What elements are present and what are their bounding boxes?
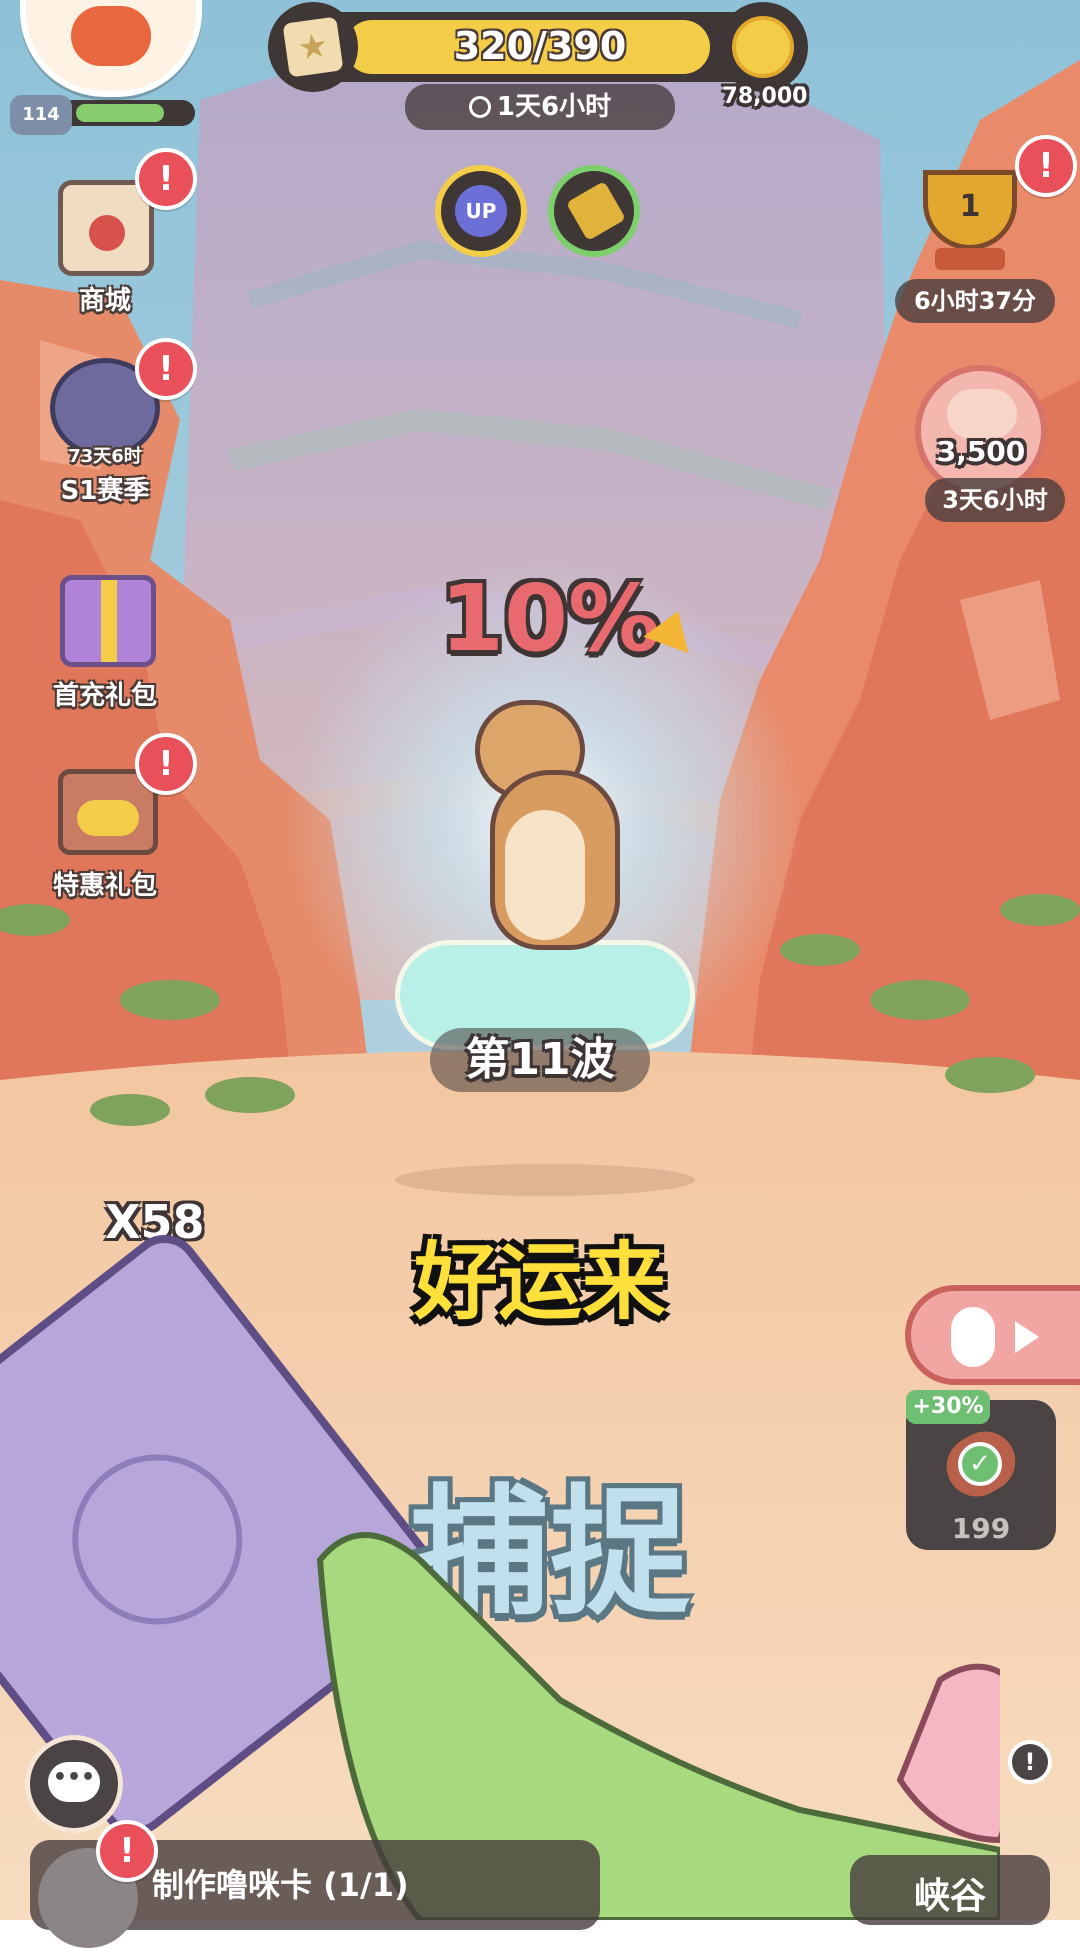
bait-bonus: +30%: [906, 1390, 990, 1424]
season-countdown: 73天6时: [68, 446, 142, 467]
bait-button[interactable]: +30% ✓ 199: [906, 1390, 1056, 1550]
level-bar: [60, 100, 195, 126]
bait-count: 199: [951, 1512, 1011, 1545]
location-button[interactable]: 峡谷: [850, 1855, 1050, 1925]
up-boost-button[interactable]: UP: [435, 165, 527, 257]
trophy-icon: 1: [923, 170, 1017, 250]
shop-button[interactable]: 商城 !: [20, 148, 197, 317]
arrow-right-icon: [1015, 1321, 1039, 1353]
coin-icon[interactable]: [718, 2, 808, 92]
special-pack-label: 特惠礼包: [52, 871, 157, 901]
shop-label: 商城: [78, 286, 131, 316]
location-name: 峡谷: [913, 1876, 986, 1917]
chat-bubble-icon: •••: [48, 1762, 100, 1802]
task-text: 制作噜咪卡 (1/1): [152, 1866, 409, 1904]
season-alert-badge: !: [135, 338, 197, 400]
event-timer: 3天6小时: [925, 478, 1065, 522]
hammer-boost-button[interactable]: [548, 165, 640, 257]
trophy-alert-badge: !: [1015, 135, 1077, 197]
first-recharge-button[interactable]: 首充礼包: [20, 555, 190, 712]
card-emblem-icon: [37, 1420, 277, 1659]
gift-box-icon: [60, 575, 156, 667]
good-luck-banner: 好运来: [413, 1233, 666, 1331]
escape-run-button[interactable]: [905, 1285, 1080, 1385]
wave-label: 第11波: [430, 1028, 650, 1092]
up-boost-icon: UP: [455, 185, 507, 237]
game-scene: 114 320/390 ★ 78,000 1天6小时 UP 商城 ! 73天6时…: [0, 0, 1080, 1948]
shop-alert-badge: !: [135, 148, 197, 210]
check-icon: ✓: [958, 1442, 1002, 1486]
first-recharge-label: 首充礼包: [52, 681, 157, 711]
run-icon: [951, 1307, 995, 1367]
special-pack-button[interactable]: 特惠礼包 !: [20, 733, 197, 902]
coin-count: 78,000: [722, 84, 808, 109]
task-alert-badge: !: [96, 1820, 158, 1882]
season-scroll-icon[interactable]: ★: [268, 2, 358, 92]
trophy-timer: 6小时37分: [895, 279, 1055, 323]
season-label: S1赛季: [60, 476, 150, 506]
event-points: 3,500: [936, 435, 1026, 468]
hammer-icon: [565, 180, 627, 242]
brain-icon: [947, 389, 1017, 439]
capture-chance: 10%: [440, 565, 661, 672]
season-timer-text: 1天6小时: [496, 92, 612, 122]
info-icon[interactable]: !: [1008, 1740, 1052, 1784]
special-pack-alert-badge: !: [135, 733, 197, 795]
clock-icon: [468, 96, 491, 118]
level-progress-fill: [76, 104, 164, 122]
groundhog-creature[interactable]: [470, 700, 620, 960]
level-badge: 114: [10, 95, 72, 135]
season-button[interactable]: 73天6时 S1赛季 !: [20, 338, 197, 507]
season-timer: 1天6小时: [405, 84, 675, 130]
chat-button[interactable]: •••: [25, 1735, 123, 1833]
